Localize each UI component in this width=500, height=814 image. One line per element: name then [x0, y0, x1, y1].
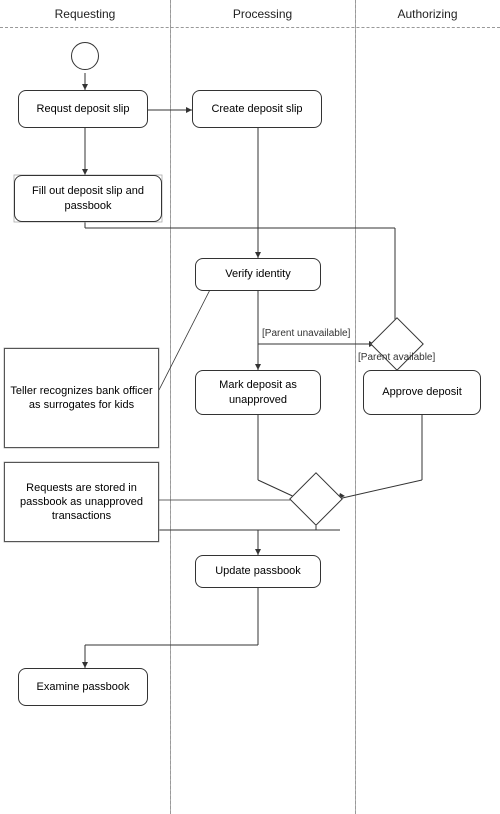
diagram-container: Requesting Processing Authorizing	[0, 0, 500, 814]
parent-unavailable-label: [Parent unavailable]	[262, 328, 372, 339]
lane-header-authorizing: Authorizing	[355, 0, 500, 27]
lane-header-requesting: Requesting	[0, 0, 170, 27]
teller-recognizes-node: Teller recognizes bank officer as surrog…	[4, 348, 159, 448]
update-passbook-node: Update passbook	[195, 555, 321, 588]
parent-available-label: [Parent available]	[358, 352, 458, 363]
verify-identity-node: Verify identity	[195, 258, 321, 291]
create-deposit-slip-node: Create deposit slip	[192, 90, 322, 128]
fill-out-node: Fill out deposit slip and passbook	[14, 175, 162, 222]
requests-stored-node: Requests are stored in passbook as unapp…	[4, 462, 159, 542]
lane-header-processing: Processing	[170, 0, 355, 27]
start-node	[71, 42, 99, 70]
approve-deposit-node: Approve deposit	[363, 370, 481, 415]
examine-passbook-node: Examine passbook	[18, 668, 148, 706]
header-row: Requesting Processing Authorizing	[0, 0, 500, 28]
mark-deposit-node: Mark deposit as unapproved	[195, 370, 321, 415]
divider-1	[170, 0, 171, 814]
divider-2	[355, 0, 356, 814]
merge-diamond	[289, 472, 343, 526]
request-deposit-slip-node: Requst deposit slip	[18, 90, 148, 128]
